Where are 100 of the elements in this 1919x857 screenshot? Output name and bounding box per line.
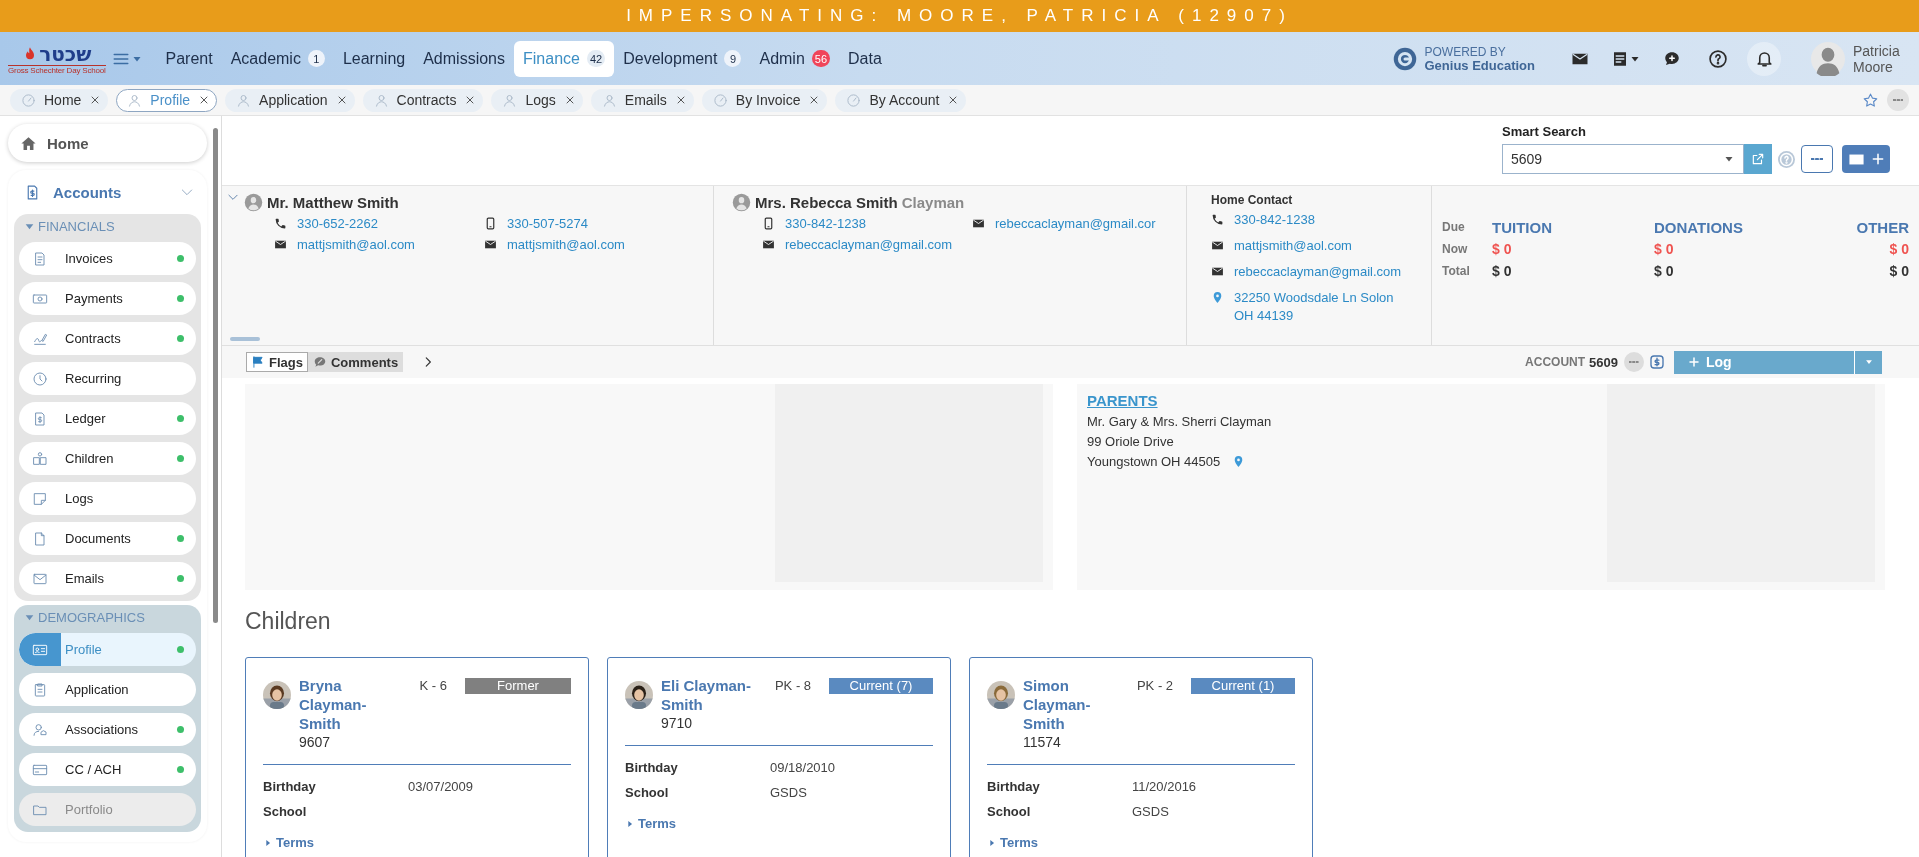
count-badge: 42 [586,50,606,67]
balance-heading: OTHER [1856,218,1909,236]
open-button[interactable] [1744,144,1772,174]
sidebar-item[interactable]: Associations [19,713,196,746]
star-icon[interactable] [1862,91,1879,109]
tab[interactable]: Emails [590,88,694,112]
child-name-link[interactable]: Simon Clayman-Smith [1023,676,1129,733]
person-icon [502,92,518,108]
home-button[interactable]: Home [8,124,207,162]
resize-handle[interactable] [230,337,260,341]
more-button[interactable] [1624,352,1644,372]
impersonation-banner-text: IMPERSONATING: MOORE, PATRICIA (12907) [626,6,1293,26]
terms-toggle[interactable]: Terms [263,835,315,850]
sidebar-item[interactable]: Emails [19,562,196,595]
email-link[interactable]: mattjsmith@aol.com [1234,237,1412,255]
toggle-tab[interactable]: Flags [246,352,308,372]
nav-tab[interactable]: Development 9 [614,40,751,77]
field-label: School [263,804,308,819]
terms-toggle[interactable]: Terms [625,816,677,831]
address-link[interactable]: 32250 Woodsdale Ln Solon OH 44139 [1234,289,1412,325]
grade-range: K - 6 [419,678,447,693]
sidebar-item[interactable]: CC / ACH [19,753,196,786]
nav-tab[interactable]: Admissions [414,40,514,77]
contact-name: Mr. Matthew Smith [267,194,399,211]
sidebar-item[interactable]: Application [19,673,196,706]
field-value: 09/18/2010 [770,760,837,775]
sidebar-item[interactable]: Ledger [19,402,196,435]
clock-icon [32,370,48,387]
tab[interactable]: Application [225,88,355,112]
house-icon [20,134,37,152]
phone-link[interactable]: 330-842-1238 [785,216,866,231]
field-value: GSDS [1132,804,1170,819]
email-link[interactable]: mattjsmith@aol.com [297,237,415,252]
nav-tab[interactable]: Admin 56 [750,40,840,77]
email-link[interactable]: rebeccaclayman@gmail.com [785,237,953,252]
plus-icon [1870,152,1885,166]
scrollbar[interactable] [213,128,218,623]
field-value: 11/20/2016 [1132,779,1198,794]
sidebar-item[interactable]: Documents [19,522,196,555]
external-link-icon [1751,152,1765,166]
address-line: Mr. Gary & Mrs. Sherri Clayman [1087,414,1272,429]
sidebar-item[interactable]: Recurring [19,362,196,395]
avatar-icon[interactable] [1811,41,1845,76]
nav-tab[interactable]: Parent [156,40,222,77]
contact-name: Mrs. Rebecca Smith Clayman [755,194,965,211]
field-label: Birthday [987,779,1041,794]
child-name-link[interactable]: Eli Clayman-Smith [661,676,767,714]
smartphone-icon [762,217,775,230]
sidebar-item[interactable]: Children [19,442,196,475]
field-label: Birthday [263,779,317,794]
status-badge: Current (1) [1191,678,1295,694]
envelope-icon [762,238,775,251]
phone-link[interactable]: 330-507-5274 [507,216,588,231]
nav-tab[interactable]: Academic 1 [221,40,334,77]
tab[interactable]: By Invoice [701,88,828,112]
envelope-icon [484,238,497,251]
sidebar-item[interactable]: Payments [19,282,196,315]
envelope-icon [1211,239,1224,252]
email-link[interactable]: mattjsmith@aol.com [507,237,625,252]
phone-link[interactable]: 330-842-1238 [1234,211,1412,229]
tab[interactable]: Home [10,88,109,112]
person-circle-icon [732,193,751,212]
search-select[interactable]: 5609 [1502,144,1744,174]
sidebar-item[interactable]: Contracts [19,322,196,355]
tab[interactable]: By Account [835,88,967,112]
email-link[interactable]: rebeccaclayman@gmail.cor [995,216,1156,231]
account-number: 5609 [1589,354,1618,370]
tab[interactable]: Logs [491,88,583,112]
user-tag-icon [32,721,48,738]
sync-button[interactable] [1648,353,1666,371]
dropdown-button[interactable] [1854,350,1882,374]
account-label: ACCOUNT [1525,355,1586,369]
student-id: 9607 [298,734,332,750]
tab[interactable]: Profile [116,88,218,112]
gauge-icon [712,92,728,108]
child-name-link[interactable]: Bryna Clayman-Smith [299,676,407,733]
logo-text: שכטר [39,42,92,65]
gauge-icon [846,92,862,108]
note-icon [32,490,48,507]
accounts-header[interactable]: Accounts [14,170,201,214]
tab[interactable]: Contracts [362,88,484,112]
nav-tab[interactable]: Learning [333,40,415,77]
sidebar-item[interactable]: Logs [19,482,196,515]
more-button[interactable] [1887,89,1909,111]
terms-toggle[interactable]: Terms [987,835,1039,850]
person-icon [127,92,143,108]
amount-due: $ 0 [1889,241,1909,257]
sidebar-item[interactable]: Invoices [19,242,196,275]
grade-range: PK - 2 [1136,678,1174,693]
more-button[interactable] [1801,145,1833,173]
phone-link[interactable]: 330-652-2262 [297,216,378,231]
balance-heading: DONATIONS [1654,218,1744,236]
help-icon [1708,48,1728,69]
nav-tab[interactable]: Data [839,40,891,77]
email-link[interactable]: rebeccaclayman@gmail.com [1234,263,1412,281]
clipboard-icon [32,681,48,698]
toggle-tab[interactable]: Comments [307,352,404,372]
notifications-button[interactable] [1747,41,1781,76]
nav-tab[interactable]: Finance 42 [514,40,615,77]
add-contact-button[interactable] [1842,145,1890,173]
